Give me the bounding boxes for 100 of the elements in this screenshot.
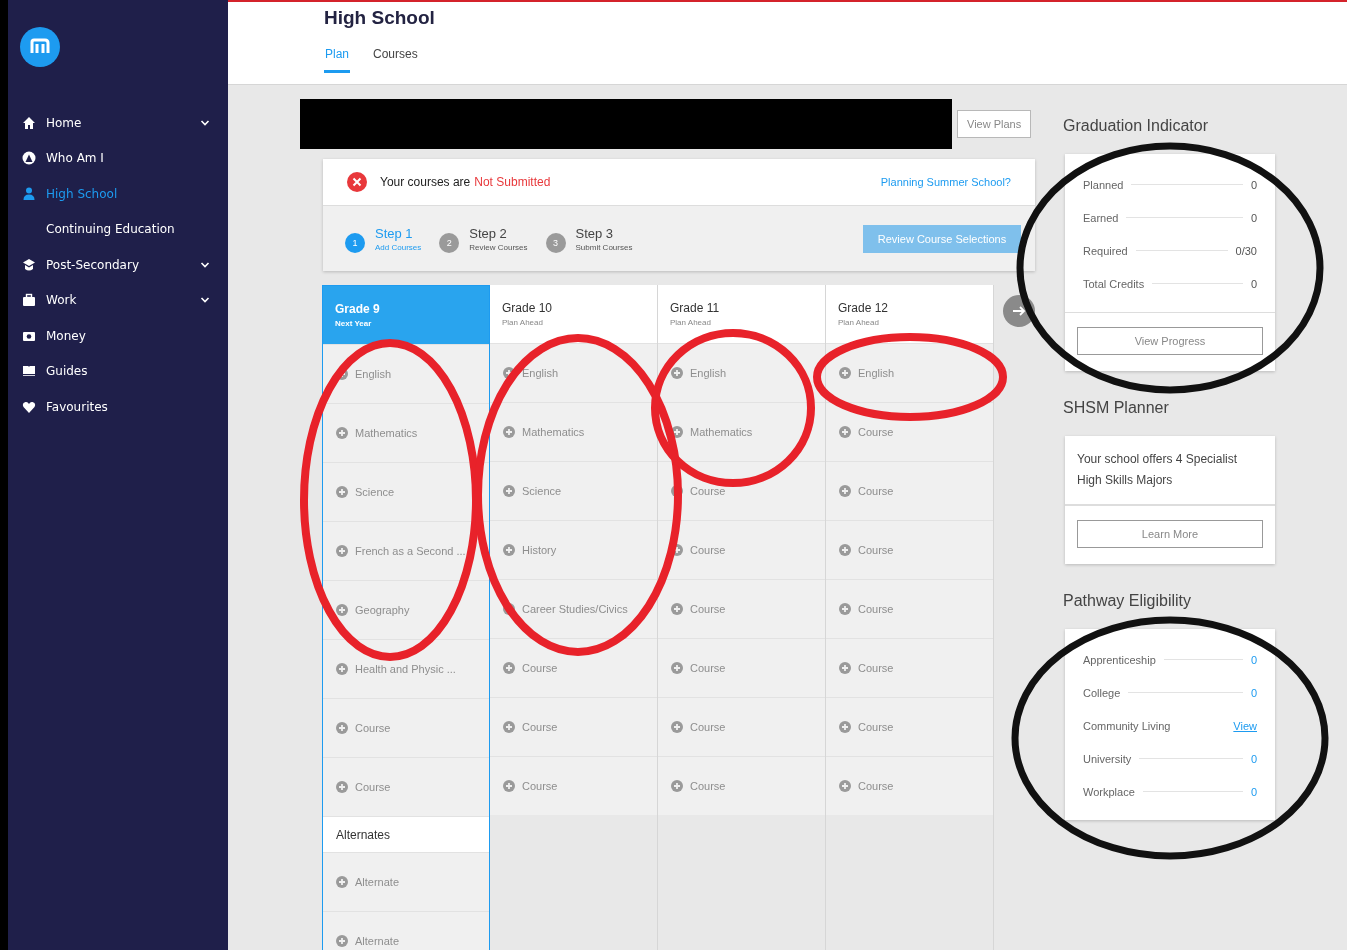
plus-icon: [503, 780, 515, 792]
plus-icon: [671, 603, 683, 615]
plus-icon: [336, 876, 348, 888]
plus-icon: [839, 367, 851, 379]
row-value: 0: [1250, 686, 1257, 699]
add-course-button[interactable]: Course: [658, 520, 825, 579]
alternates-heading: Alternates: [323, 816, 489, 852]
grade-title: Grade 10: [502, 301, 554, 315]
error-icon: [347, 172, 367, 192]
grade-header[interactable]: Grade 9 Next Year: [323, 286, 489, 344]
add-course-button[interactable]: Course: [826, 579, 993, 638]
plus-icon: [671, 721, 683, 733]
heart-icon: [22, 399, 36, 414]
plus-icon: [503, 485, 515, 497]
summer-school-link[interactable]: Planning Summer School?: [880, 176, 1011, 188]
add-course-button[interactable]: English: [826, 343, 993, 402]
plus-icon: [336, 545, 348, 557]
plus-icon: [503, 367, 515, 379]
plus-icon: [503, 662, 515, 674]
plus-icon: [671, 780, 683, 792]
sidebar-item[interactable]: Favourites: [8, 389, 228, 425]
plus-icon: [336, 722, 348, 734]
add-course-button[interactable]: Course: [826, 697, 993, 756]
add-course-button[interactable]: Course: [658, 579, 825, 638]
row-label: Workplace: [1083, 785, 1135, 798]
row-value: 0: [1250, 178, 1257, 191]
step-title: Step 3: [575, 225, 615, 241]
add-course-button[interactable]: Course: [826, 461, 993, 520]
sidebar-item[interactable]: Who Am I: [8, 140, 228, 176]
sidebar-item[interactable]: High School: [8, 176, 228, 212]
add-course-button[interactable]: Health and Physic ...: [323, 639, 489, 698]
grade-title: Grade 12: [838, 301, 890, 315]
grade-subtitle: Plan Ahead: [838, 318, 880, 327]
view-link[interactable]: View: [1233, 719, 1257, 732]
plus-icon: [336, 781, 348, 793]
plus-icon: [336, 935, 348, 947]
sidebar-item[interactable]: Post-Secondary: [8, 247, 228, 283]
row-value: 0: [1250, 752, 1257, 765]
step-number: 1: [345, 232, 365, 253]
sidebar-item[interactable]: Work: [8, 282, 228, 318]
sidebar-item[interactable]: Money: [8, 318, 228, 354]
add-course-button[interactable]: Science: [490, 461, 657, 520]
add-course-button[interactable]: History: [490, 520, 657, 579]
step-number: 2: [439, 232, 460, 253]
view-progress-button[interactable]: View Progress: [1077, 327, 1263, 355]
row-value: 0/30: [1235, 244, 1257, 257]
book-icon: [22, 364, 36, 379]
add-course-button[interactable]: Alternate: [323, 852, 489, 911]
person-icon: [22, 186, 36, 201]
sidebar-item[interactable]: Continuing Education: [8, 211, 228, 247]
learn-more-button[interactable]: Learn More: [1077, 520, 1263, 548]
plus-icon: [671, 367, 683, 379]
user-circle-icon: [22, 151, 36, 166]
grade-subtitle: Plan Ahead: [670, 318, 712, 327]
tab[interactable]: Plan: [324, 47, 351, 73]
status-value: Not Submitted: [474, 175, 552, 189]
grade-header[interactable]: Grade 10 Plan Ahead: [490, 285, 657, 343]
step-number: 3: [545, 232, 566, 253]
add-course-button[interactable]: Course: [323, 757, 489, 816]
tab[interactable]: Courses: [372, 47, 419, 73]
graduation-cap-icon: [22, 257, 36, 272]
plus-icon: [839, 780, 851, 792]
row-value: 0: [1250, 211, 1257, 224]
sidebar-item[interactable]: Guides: [8, 353, 228, 389]
add-course-button[interactable]: Course: [826, 520, 993, 579]
add-course-button[interactable]: Mathematics: [490, 402, 657, 461]
grade-header[interactable]: Grade 11 Plan Ahead: [658, 285, 825, 343]
add-course-button[interactable]: Alternate: [323, 911, 489, 950]
app-logo-icon: [20, 27, 60, 67]
grade-subtitle: Plan Ahead: [502, 318, 544, 327]
add-course-button[interactable]: Course: [658, 638, 825, 697]
view-plans-button[interactable]: View Plans: [957, 110, 1032, 138]
add-course-button[interactable]: Course: [490, 697, 657, 756]
add-course-button[interactable]: Course: [658, 756, 825, 815]
add-course-button[interactable]: Course: [826, 756, 993, 815]
add-course-button[interactable]: French as a Second ...: [323, 521, 489, 580]
plus-icon: [503, 544, 515, 556]
plus-icon: [336, 663, 348, 675]
plus-icon: [503, 721, 515, 733]
add-course-button[interactable]: Course: [826, 638, 993, 697]
add-course-button[interactable]: Geography: [323, 580, 489, 639]
step-title: Step 1: [375, 225, 414, 241]
grade-subtitle: Next Year: [335, 319, 373, 328]
plus-icon: [839, 426, 851, 438]
row-value: 0: [1250, 785, 1257, 798]
add-course-button[interactable]: Mathematics: [323, 403, 489, 462]
add-course-button[interactable]: Course: [323, 698, 489, 757]
sidebar-item[interactable]: Home: [8, 105, 228, 141]
add-course-button[interactable]: Course: [490, 756, 657, 815]
add-course-button[interactable]: Course: [658, 697, 825, 756]
add-course-button[interactable]: Science: [323, 462, 489, 521]
section-title: SHSM Planner: [1063, 398, 1170, 417]
page-title: High School: [324, 7, 436, 29]
row-label: University: [1083, 752, 1132, 765]
add-course-button[interactable]: Course: [490, 638, 657, 697]
plus-icon: [839, 662, 851, 674]
shsm-text: Your school offers 4 Specialist High Skills Majors: [1065, 436, 1275, 505]
grade-header[interactable]: Grade 12 Plan Ahead: [826, 285, 993, 343]
plus-icon: [671, 662, 683, 674]
row-label: Required: [1083, 244, 1128, 257]
